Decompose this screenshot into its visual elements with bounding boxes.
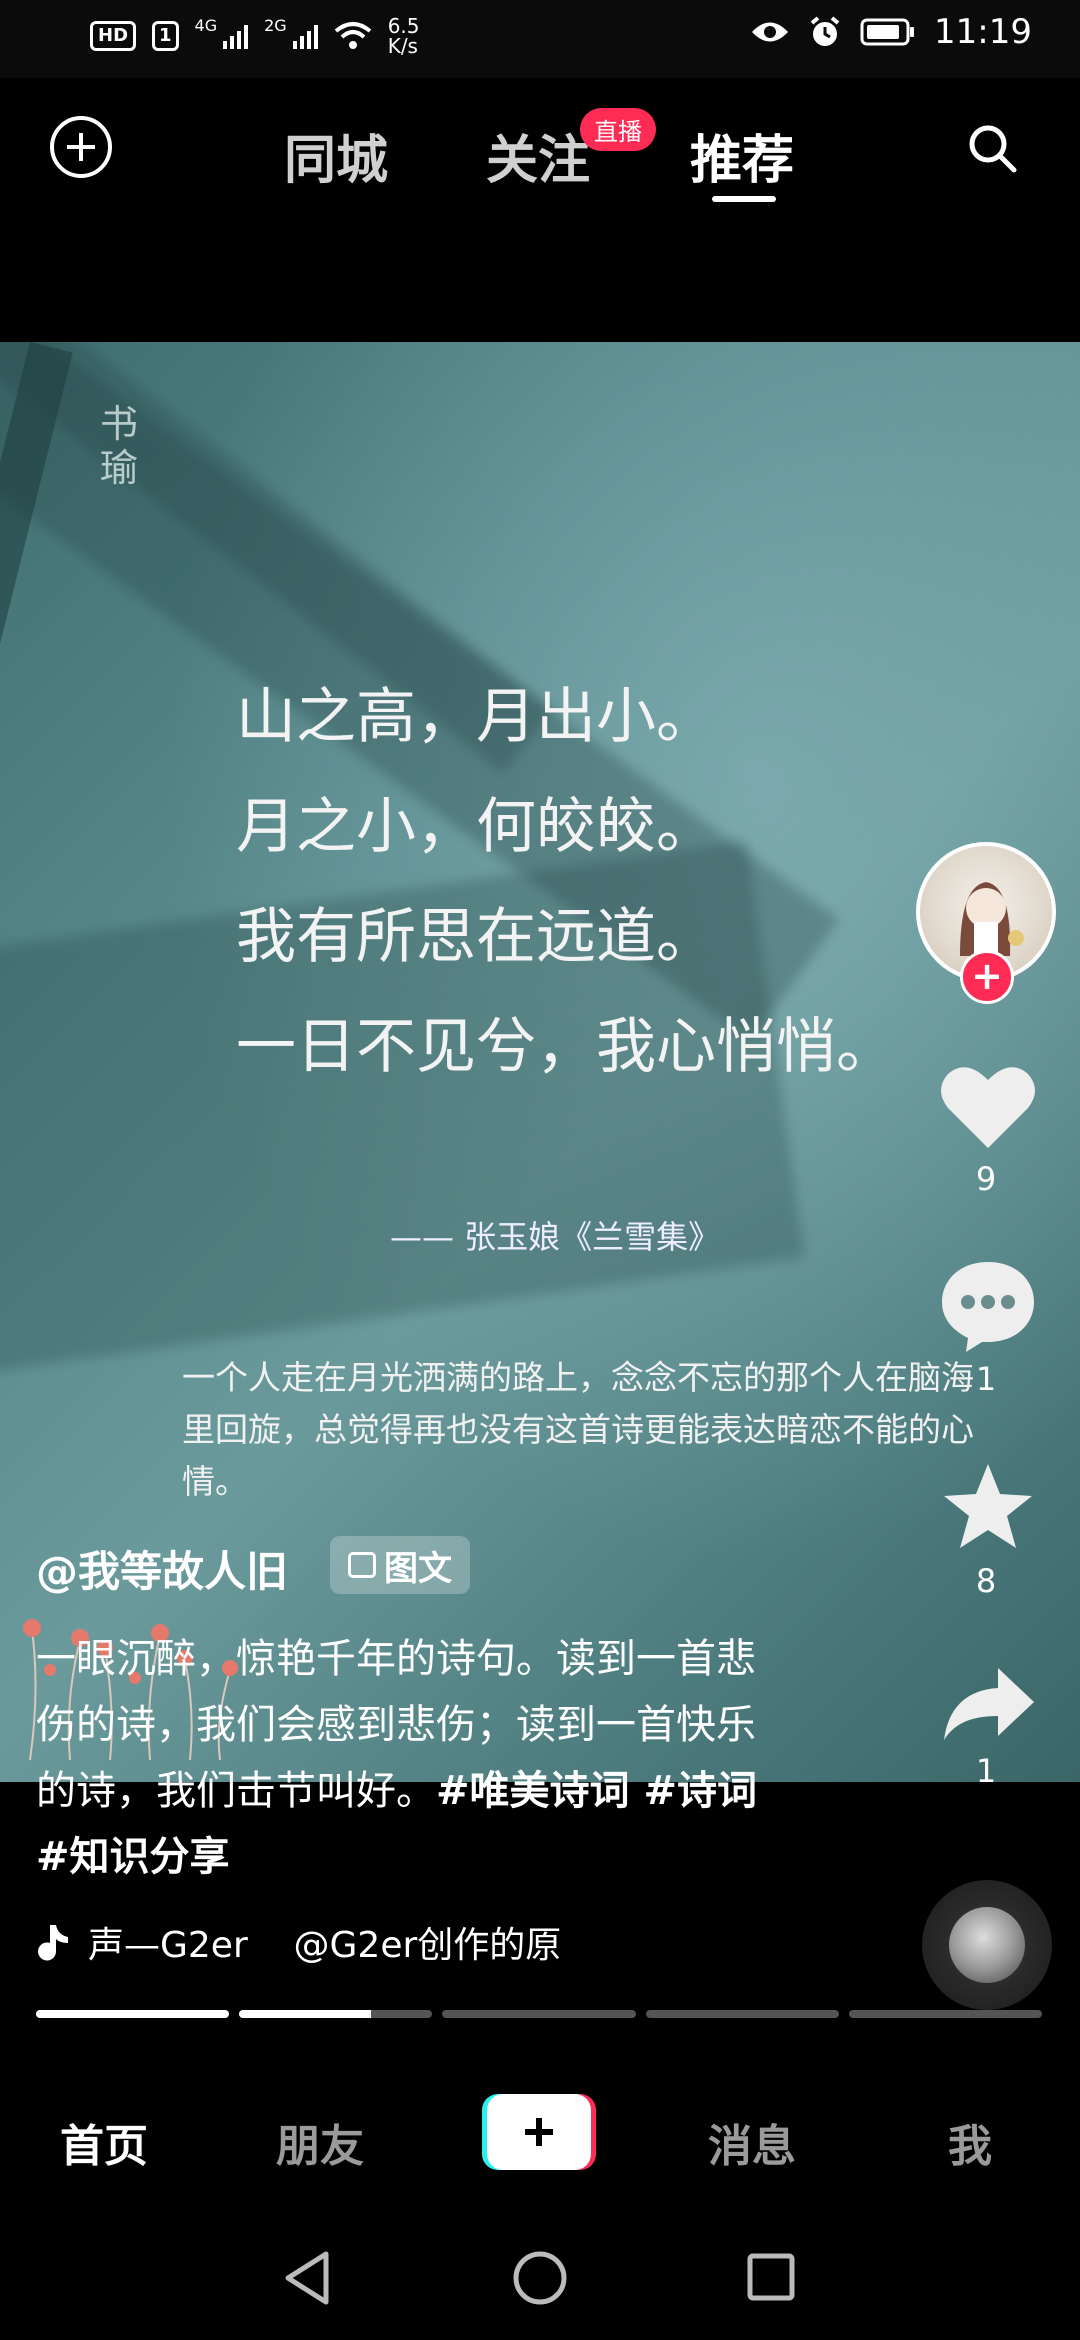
progress-segment: [442, 2010, 636, 2018]
home-icon[interactable]: [512, 2250, 568, 2306]
music-note-icon: [38, 1925, 68, 1961]
create-button[interactable]: [482, 2094, 596, 2170]
back-icon[interactable]: [282, 2250, 332, 2306]
like-icon[interactable]: [938, 1060, 1038, 1152]
music-title: 声—G2er @G2er创作的原: [88, 1925, 562, 1966]
share-icon[interactable]: [940, 1664, 1036, 1744]
comment-icon[interactable]: [938, 1258, 1038, 1354]
post-caption[interactable]: 一眼沉醉，惊艳千年的诗句。读到一首悲伤的诗，我们会感到悲伤；读到一首快乐的诗，我…: [36, 1626, 766, 1890]
eye-icon: [752, 22, 789, 42]
active-tab-indicator: [712, 196, 776, 202]
tab-same-city[interactable]: 同城: [284, 118, 388, 193]
alarm-icon: [810, 16, 840, 46]
poem-source: —— 张玉娘《兰雪集》: [390, 1218, 721, 1256]
status-left: HD 1 4G 2G 6.5 K/s: [90, 16, 420, 56]
plus-icon: [525, 2118, 553, 2146]
nav-me[interactable]: 我: [948, 2110, 992, 2174]
watermark: 书瑜: [100, 402, 139, 490]
wifi-icon: [334, 22, 371, 49]
progress-segment: [645, 2010, 839, 2018]
status-bar: HD 1 4G 2G 6.5 K/s 11:19: [0, 0, 1080, 78]
recents-icon[interactable]: [746, 2252, 796, 2302]
share-count: 1: [975, 1752, 997, 1790]
music-cover: [949, 1907, 1025, 1983]
status-right: 11:19: [750, 12, 1032, 52]
clock: 11:19: [934, 12, 1032, 52]
battery-icon: [860, 18, 915, 46]
music-disc[interactable]: [922, 1880, 1052, 2010]
post-description: 一个人走在月光洒满的路上，念念不忘的那个人在脑海里回旋，总觉得再也没有这首诗更能…: [182, 1358, 974, 1501]
poem-line: 一日不见兮，我心悄悄。: [236, 1012, 896, 1082]
hd-indicator: HD: [90, 21, 137, 51]
nav-friends[interactable]: 朋友: [276, 2110, 364, 2174]
live-badge: 直播: [580, 108, 656, 151]
poem-line: 我有所思在远道。: [236, 902, 716, 972]
net-speed: 6.5 K/s: [388, 16, 420, 56]
image-progress: [36, 2010, 1043, 2018]
comment-count: 1: [975, 1360, 997, 1398]
signal-icon-2: [292, 23, 318, 49]
like-count: 9: [975, 1160, 997, 1198]
top-nav: 同城 关注 直播 推荐: [0, 78, 1080, 208]
music-info[interactable]: 声—G2er @G2er创作的原: [36, 1916, 561, 1968]
favorite-star-icon[interactable]: [940, 1460, 1036, 1552]
image-post-icon: [348, 1552, 376, 1578]
progress-segment: [848, 2010, 1043, 2018]
search-icon[interactable]: [966, 122, 1018, 174]
add-circle-icon[interactable]: [50, 116, 112, 178]
image-post-label: 图文: [384, 1548, 452, 1589]
speed-unit: K/s: [387, 34, 418, 58]
progress-fill: [36, 2010, 230, 2018]
poem: 山之高，月出小。 月之小，何皎皎。 我有所思在远道。 一日不见兮，我心悄悄。: [236, 662, 896, 1102]
net2-label: 2G: [264, 16, 287, 35]
nav-home[interactable]: 首页: [60, 2110, 148, 2174]
nav-messages[interactable]: 消息: [708, 2110, 796, 2174]
sim-indicator: 1: [152, 21, 179, 51]
poem-line: 月之小，何皎皎。: [236, 792, 716, 862]
progress-segment: [239, 2010, 433, 2018]
tab-recommended[interactable]: 推荐: [690, 118, 794, 193]
favorite-count: 8: [975, 1562, 997, 1600]
image-post-badge: 图文: [330, 1536, 470, 1594]
author-name[interactable]: @我等故人旧: [36, 1538, 288, 1599]
system-nav-bar: [0, 2200, 1080, 2340]
progress-segment: [36, 2010, 230, 2018]
tab-following[interactable]: 关注: [486, 118, 590, 193]
poem-line: 山之高，月出小。: [236, 682, 716, 752]
progress-fill: [239, 2010, 371, 2018]
signal-icon: [223, 23, 249, 49]
follow-button[interactable]: +: [960, 950, 1014, 1004]
net1-label: 4G: [194, 16, 218, 35]
